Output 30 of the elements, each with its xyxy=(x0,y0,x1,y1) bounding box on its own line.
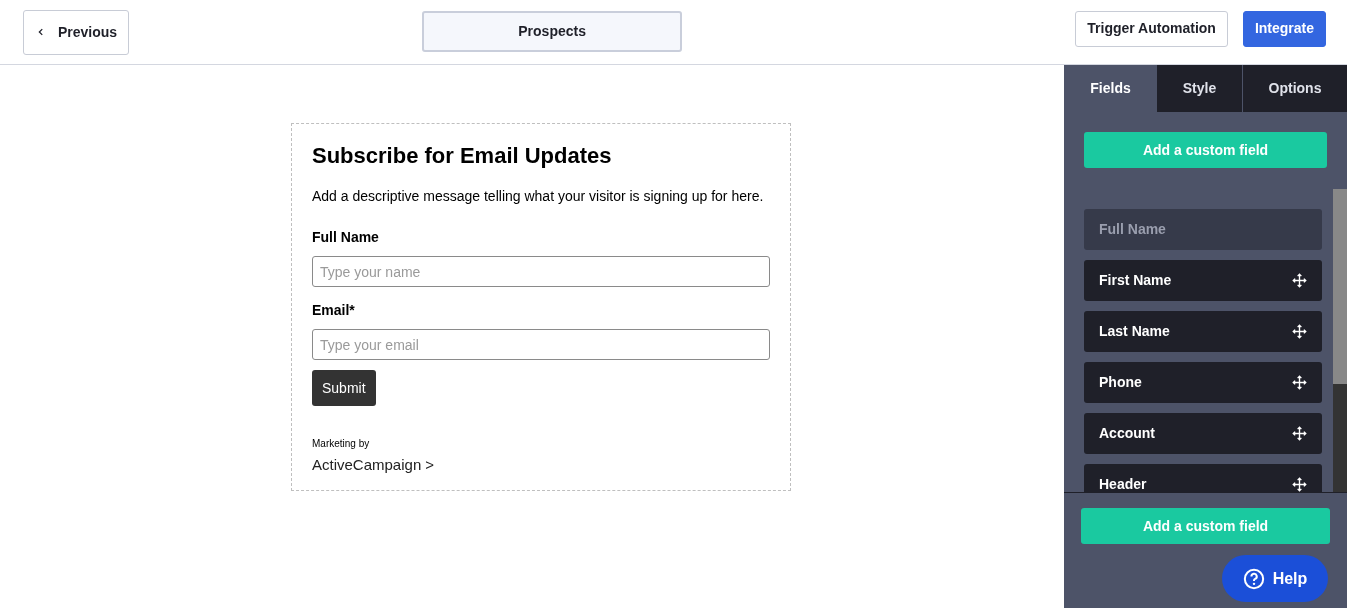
submit-button[interactable]: Submit xyxy=(312,370,376,406)
form-title: Subscribe for Email Updates xyxy=(312,142,613,170)
field-item[interactable]: Header xyxy=(1084,464,1322,492)
trigger-automation-button[interactable]: Trigger Automation xyxy=(1075,10,1228,47)
input-field[interactable]: Type your name xyxy=(312,256,770,287)
field-item[interactable]: First Name xyxy=(1084,260,1322,301)
move-icon xyxy=(1292,477,1307,492)
brand-name: ActiveCampaign xyxy=(312,456,422,474)
page-title-field[interactable]: Prospects xyxy=(422,10,683,52)
field-item[interactable]: Phone xyxy=(1084,362,1322,403)
help-button[interactable]: Help xyxy=(1222,555,1328,602)
help-icon xyxy=(1242,567,1265,590)
move-icon xyxy=(1292,273,1307,288)
move-icon xyxy=(1292,426,1307,441)
brand-arrow: > xyxy=(425,456,434,474)
field-label: Email* xyxy=(312,301,355,320)
form-description: Add a descriptive message telling what your visitor is signing up for here. xyxy=(312,187,765,206)
input-field[interactable]: Type your email xyxy=(312,329,770,360)
field-item[interactable]: Last Name xyxy=(1084,311,1322,352)
field-item[interactable]: Account xyxy=(1084,413,1322,454)
tab[interactable]: Style xyxy=(1157,65,1243,112)
move-icon xyxy=(1292,324,1307,339)
tab[interactable]: Options xyxy=(1243,65,1347,112)
scrollbar-thumb[interactable] xyxy=(1333,189,1347,384)
move-icon xyxy=(1292,375,1307,390)
chevron-left-icon xyxy=(36,27,46,37)
integrate-button[interactable]: Integrate xyxy=(1242,10,1326,47)
field-label: Full Name xyxy=(312,228,379,247)
previous-button[interactable]: Previous xyxy=(23,9,129,55)
marketing-by-text: Marketing by xyxy=(312,438,370,450)
